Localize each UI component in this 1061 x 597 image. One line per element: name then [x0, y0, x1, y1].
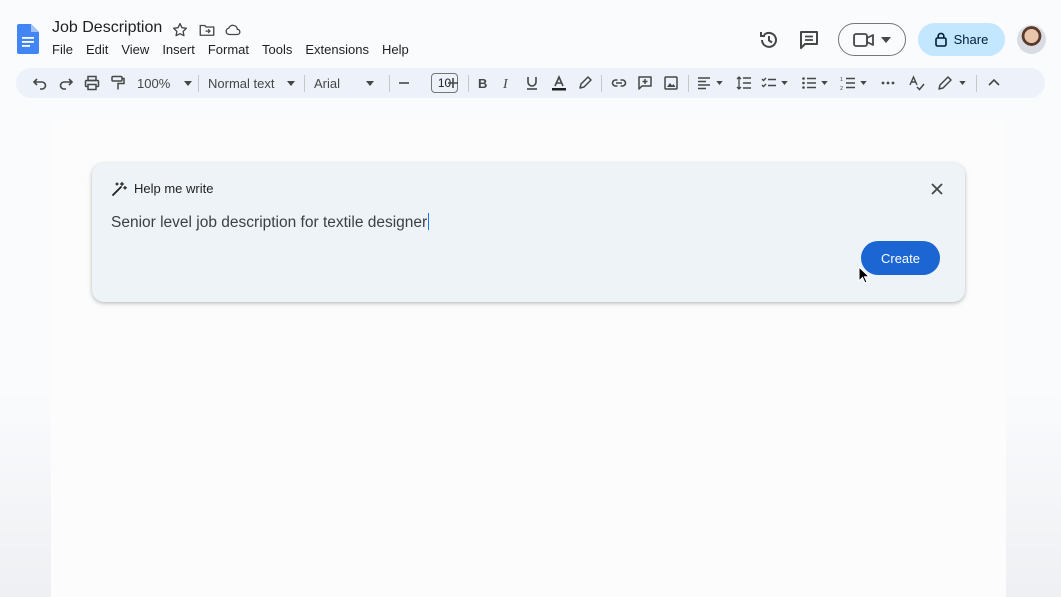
font-family-select[interactable]: Arial	[314, 75, 375, 91]
numbered-list-icon: 12	[840, 77, 855, 91]
chevron-down-icon	[959, 81, 966, 85]
bulleted-list-select[interactable]	[801, 75, 828, 91]
chevron-down-icon	[184, 80, 193, 86]
menu-format[interactable]: Format	[208, 42, 249, 57]
formatting-toolbar: 100% Normal text Arial 10 B I 1 2	[16, 68, 1045, 98]
prompt-input[interactable]: Senior level job description for textile…	[111, 213, 430, 232]
mouse-cursor-icon	[858, 266, 870, 284]
chevron-down-icon	[860, 81, 867, 85]
paragraph-style-select[interactable]: Normal text	[208, 75, 296, 91]
redo-icon[interactable]	[58, 75, 74, 91]
toolbar-divider	[198, 75, 199, 92]
menu-help[interactable]: Help	[382, 42, 409, 57]
undo-icon[interactable]	[32, 75, 48, 91]
checklist-select[interactable]	[761, 75, 788, 91]
menu-view[interactable]: View	[121, 42, 149, 57]
pencil-icon	[938, 76, 952, 90]
chevron-down-icon	[366, 80, 375, 86]
help-me-write-panel: Help me write Senior level job descripti…	[92, 163, 965, 302]
underline-icon[interactable]	[525, 75, 539, 91]
align-select[interactable]	[696, 75, 723, 91]
toolbar-divider	[976, 75, 977, 92]
highlight-color-icon[interactable]	[577, 75, 593, 91]
comments-icon[interactable]	[797, 28, 821, 52]
svg-text:1: 1	[840, 77, 843, 83]
bulleted-list-icon	[802, 77, 816, 89]
numbered-list-select[interactable]: 12	[840, 75, 867, 91]
title-bar: Job Description File Edit View Insert Fo…	[0, 0, 1061, 64]
magic-wand-icon	[112, 181, 127, 196]
share-button[interactable]: Share	[918, 23, 1005, 56]
zoom-value: 100%	[137, 75, 171, 91]
toolbar-divider	[304, 75, 305, 92]
svg-text:I: I	[502, 77, 509, 91]
decrease-font-size-icon[interactable]	[398, 75, 410, 91]
chevron-down-icon	[881, 36, 891, 43]
text-color-icon[interactable]	[551, 75, 567, 91]
chevron-down-icon	[716, 81, 723, 85]
align-left-icon	[698, 77, 710, 90]
toolbar-divider	[688, 75, 689, 92]
toolbar-divider	[601, 75, 602, 92]
insert-image-icon[interactable]	[663, 75, 679, 91]
menu-bar: File Edit View Insert Format Tools Exten…	[52, 42, 422, 57]
toolbar-divider	[468, 75, 469, 92]
print-icon[interactable]	[84, 75, 100, 91]
close-icon[interactable]	[930, 182, 944, 196]
account-avatar[interactable]	[1017, 25, 1046, 54]
menu-extensions[interactable]: Extensions	[305, 42, 369, 57]
text-caret	[428, 213, 430, 230]
menu-insert[interactable]: Insert	[162, 42, 195, 57]
document-title[interactable]: Job Description	[52, 19, 162, 37]
create-button[interactable]: Create	[861, 241, 940, 275]
bold-icon[interactable]: B	[476, 75, 490, 91]
toolbar-divider	[389, 75, 390, 92]
chevron-down-icon	[821, 81, 828, 85]
italic-icon[interactable]: I	[500, 75, 514, 91]
zoom-select[interactable]: 100%	[137, 75, 193, 91]
line-spacing-icon[interactable]	[736, 75, 752, 91]
svg-text:B: B	[478, 76, 487, 91]
insert-link-icon[interactable]	[611, 75, 627, 91]
increase-font-size-icon[interactable]	[447, 75, 459, 91]
menu-file[interactable]: File	[52, 42, 73, 57]
chevron-down-icon	[781, 81, 788, 85]
star-icon[interactable]	[171, 21, 189, 39]
version-history-icon[interactable]	[757, 28, 781, 52]
add-comment-icon[interactable]	[637, 75, 653, 91]
meet-button[interactable]	[838, 23, 906, 56]
move-to-folder-icon[interactable]	[198, 21, 216, 39]
menu-edit[interactable]: Edit	[86, 42, 108, 57]
svg-text:2: 2	[840, 86, 843, 91]
lock-icon	[934, 32, 947, 47]
collapse-menus-icon[interactable]	[987, 75, 1001, 91]
share-label: Share	[953, 32, 989, 47]
video-camera-icon	[853, 32, 874, 47]
paint-format-icon[interactable]	[110, 75, 126, 91]
docs-logo-icon[interactable]	[17, 24, 39, 54]
menu-tools[interactable]: Tools	[262, 42, 292, 57]
checklist-icon	[761, 77, 776, 88]
spellcheck-icon[interactable]	[909, 75, 925, 91]
chevron-down-icon	[287, 80, 296, 86]
more-options-icon[interactable]	[880, 75, 896, 91]
editing-mode-select[interactable]	[937, 75, 966, 91]
font-family-value: Arial	[314, 75, 341, 91]
cloud-status-icon[interactable]	[224, 21, 242, 39]
help-me-write-title: Help me write	[134, 181, 214, 196]
prompt-text: Senior level job description for textile…	[111, 214, 428, 231]
paragraph-style-value: Normal text	[208, 75, 275, 91]
